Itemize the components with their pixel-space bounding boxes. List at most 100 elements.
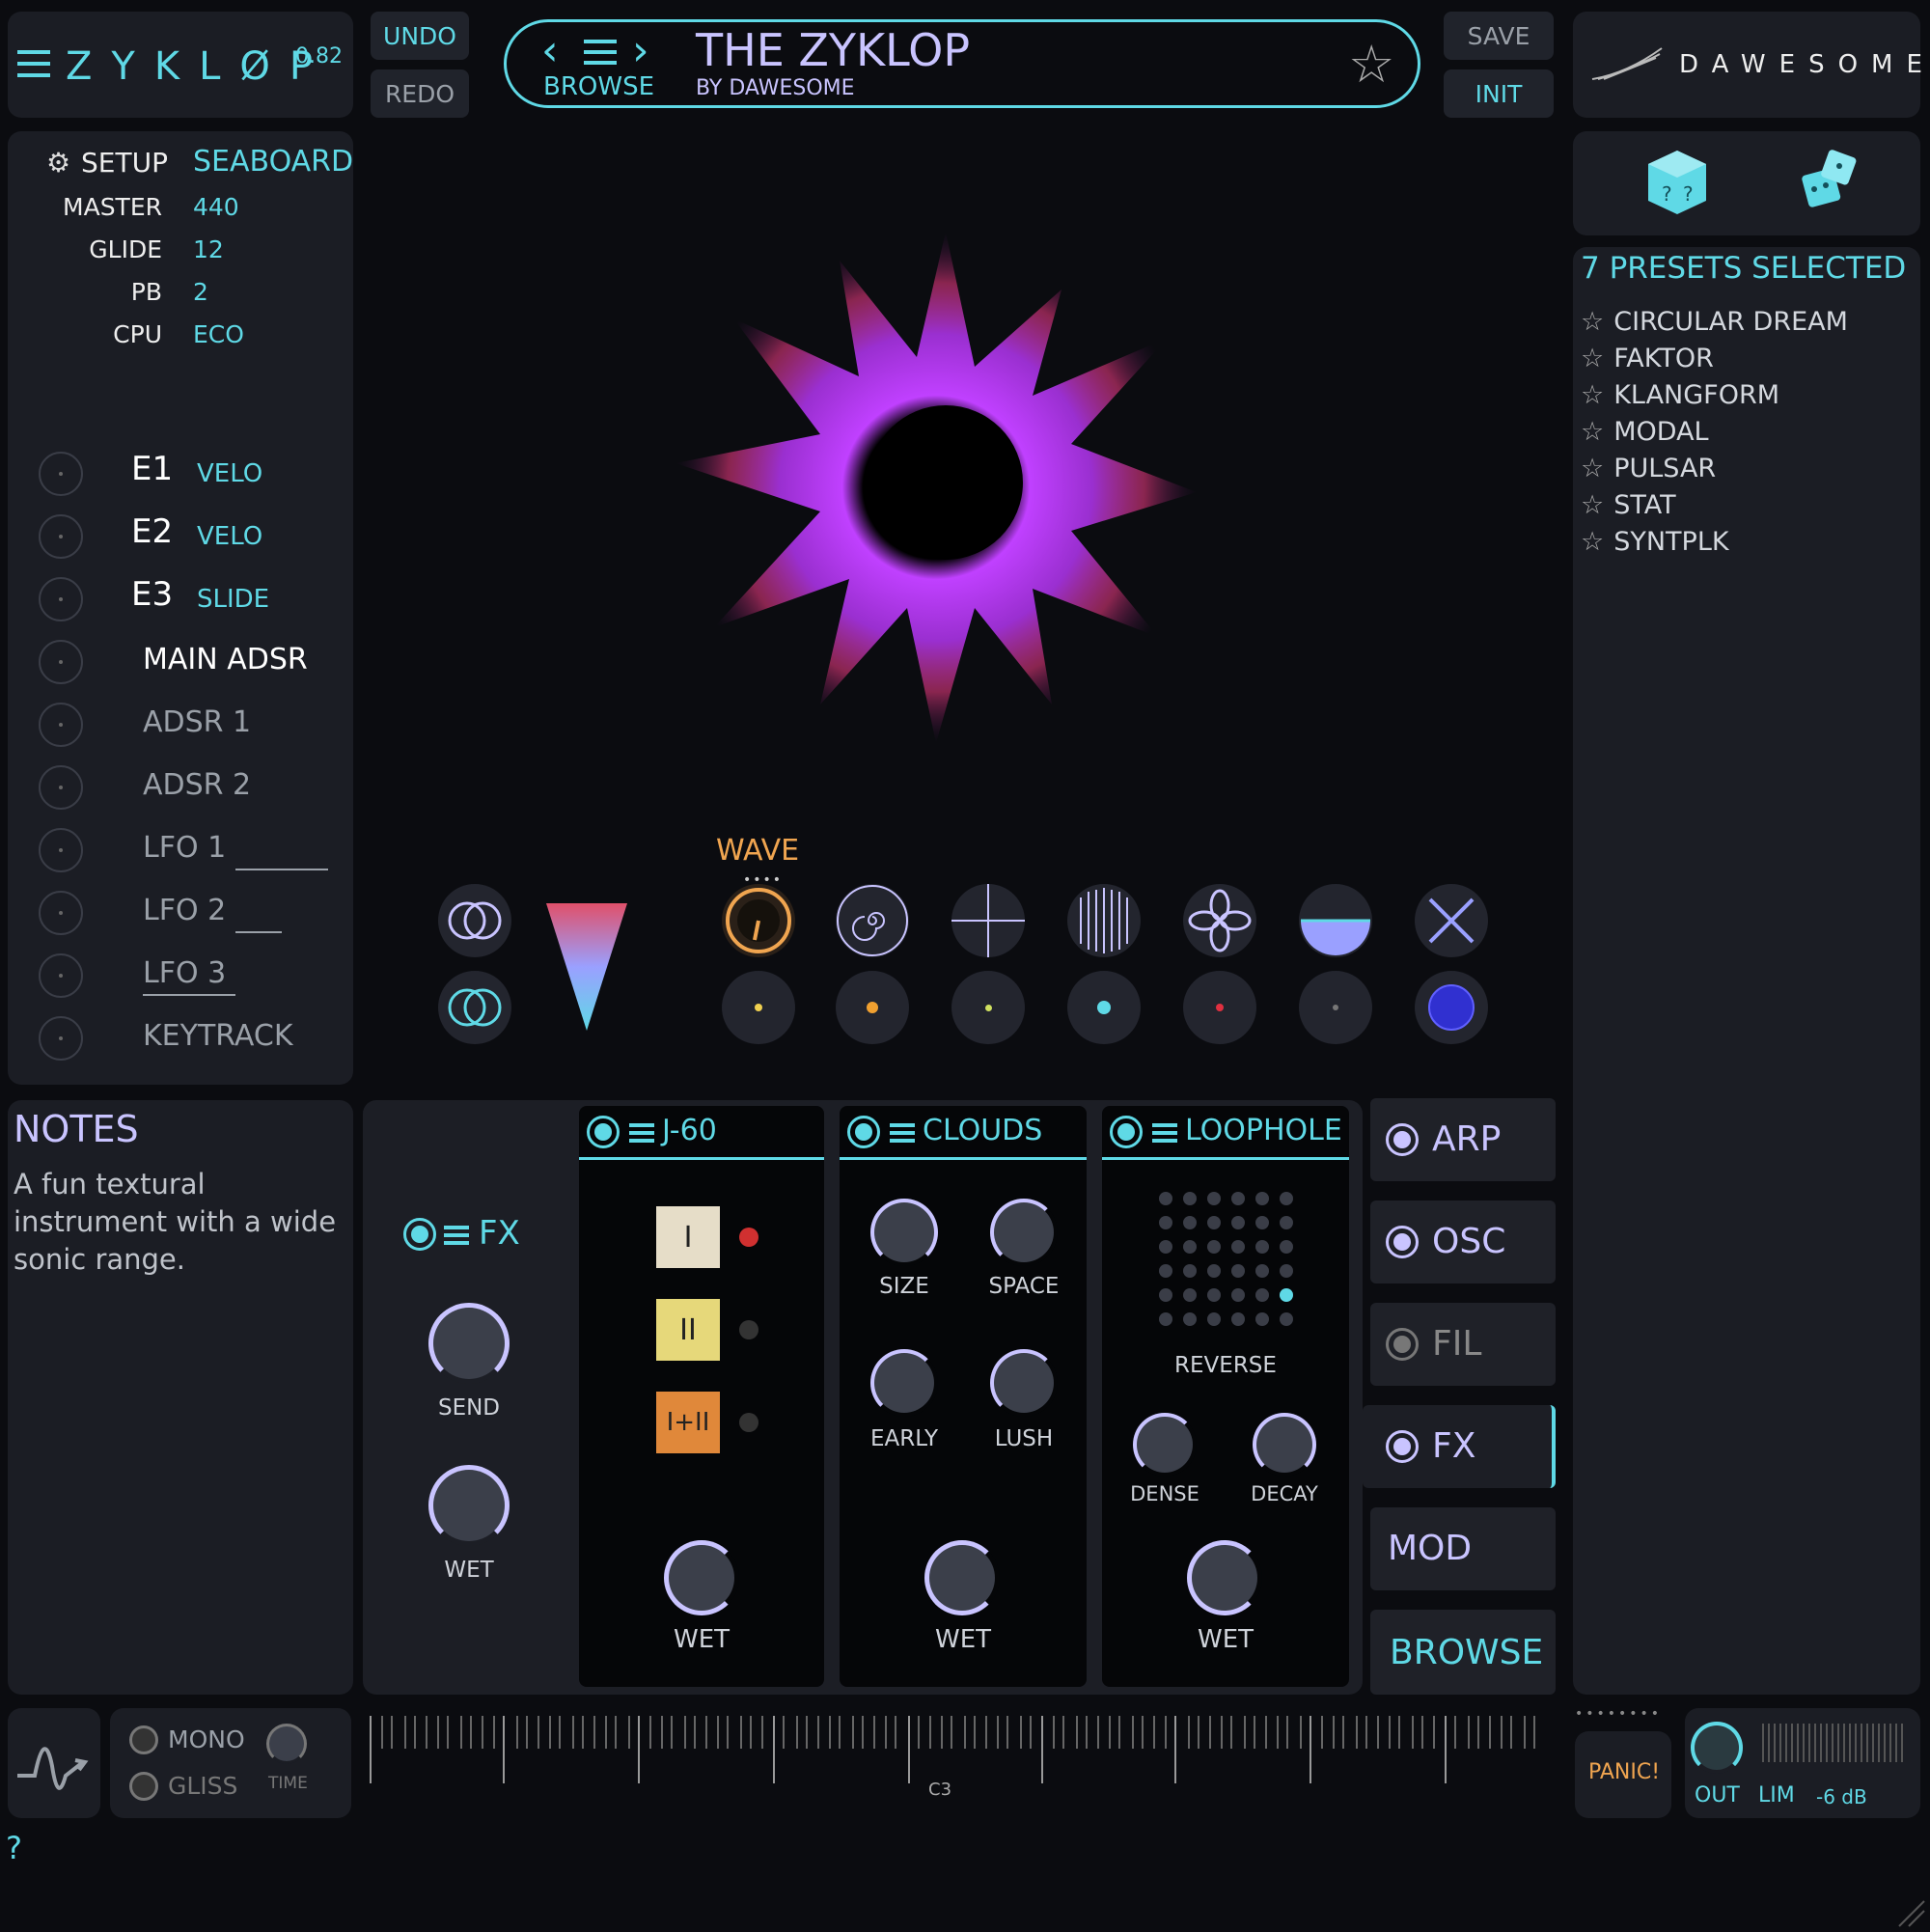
- size-knob[interactable]: [870, 1199, 938, 1266]
- preset-item[interactable]: ☆ CIRCULAR DREAM: [1581, 307, 1848, 337]
- mod-source-knob[interactable]: [39, 953, 83, 998]
- mod-source-knob[interactable]: [39, 1016, 83, 1061]
- loophole-grid-dot[interactable]: [1159, 1264, 1172, 1278]
- macro-dot-red[interactable]: [1183, 971, 1256, 1044]
- lush-knob[interactable]: [990, 1349, 1058, 1417]
- loophole-menu-icon[interactable]: [1152, 1123, 1177, 1143]
- mod-source-target[interactable]: VELO: [197, 459, 262, 488]
- loophole-grid-dot[interactable]: [1255, 1192, 1269, 1205]
- loophole-grid-dot[interactable]: [1231, 1288, 1245, 1302]
- time-knob[interactable]: [266, 1724, 307, 1764]
- lim-label[interactable]: LIM: [1758, 1783, 1795, 1808]
- mod-source-name[interactable]: ADSR 2: [143, 768, 251, 802]
- nav-osc[interactable]: OSC: [1370, 1201, 1556, 1283]
- glide-value[interactable]: 12: [193, 235, 224, 263]
- nav-browse[interactable]: BROWSE: [1370, 1610, 1556, 1695]
- preset-item[interactable]: ☆ PULSAR: [1581, 454, 1716, 483]
- loophole-grid-dot[interactable]: [1231, 1216, 1245, 1229]
- fx-power-button[interactable]: [403, 1218, 436, 1251]
- random-cube-icon[interactable]: ??: [1646, 149, 1708, 216]
- loophole-grid-dot[interactable]: [1159, 1240, 1172, 1254]
- next-preset-icon[interactable]: ›: [632, 26, 649, 75]
- mod-source-name[interactable]: MAIN ADSR: [143, 643, 308, 676]
- macro-dot-gray[interactable]: [1299, 971, 1372, 1044]
- fx-nav-power-icon[interactable]: [1386, 1430, 1419, 1463]
- mod-source-name[interactable]: ADSR 1: [143, 705, 251, 739]
- loophole-grid-dot[interactable]: [1183, 1312, 1197, 1326]
- x-cross-icon[interactable]: [1415, 884, 1488, 957]
- favorite-star-icon[interactable]: ☆: [1348, 34, 1394, 95]
- clouds-wet-knob[interactable]: [924, 1540, 1000, 1615]
- macro-dot-yellow[interactable]: [722, 971, 795, 1044]
- dense-knob[interactable]: [1133, 1413, 1197, 1477]
- stripes-icon[interactable]: [1067, 884, 1141, 957]
- keyboard-strip[interactable]: C3: [367, 1710, 1544, 1816]
- gliss-radio[interactable]: [129, 1772, 158, 1801]
- preset-star-icon[interactable]: ☆: [1581, 454, 1604, 483]
- loophole-grid-dot[interactable]: [1159, 1288, 1172, 1302]
- send-knob[interactable]: [428, 1303, 510, 1384]
- loophole-grid-dot[interactable]: [1231, 1192, 1245, 1205]
- mod-source-name[interactable]: E3: [131, 575, 173, 614]
- loophole-grid-dot[interactable]: [1207, 1240, 1221, 1254]
- loophole-grid-dot[interactable]: [1207, 1216, 1221, 1229]
- mod-source-name[interactable]: LFO 1: [143, 831, 226, 865]
- loophole-grid-dot[interactable]: [1280, 1264, 1293, 1278]
- reverse-label[interactable]: REVERSE: [1158, 1353, 1293, 1378]
- loophole-grid-dot[interactable]: [1280, 1216, 1293, 1229]
- preset-star-icon[interactable]: ☆: [1581, 417, 1604, 447]
- arp-power-icon[interactable]: [1386, 1123, 1419, 1156]
- mod-source-name[interactable]: KEYTRACK: [143, 1019, 293, 1053]
- early-knob[interactable]: [870, 1349, 938, 1417]
- gear-icon[interactable]: ⚙: [46, 147, 70, 179]
- loophole-grid-dot[interactable]: [1231, 1312, 1245, 1326]
- wave-knob-icon[interactable]: [722, 884, 795, 957]
- loophole-grid-dot[interactable]: [1159, 1216, 1172, 1229]
- loophole-power-button[interactable]: [1110, 1116, 1143, 1148]
- loophole-grid-dot[interactable]: [1255, 1216, 1269, 1229]
- mod-source-target[interactable]: SLIDE: [197, 585, 269, 614]
- mod-source-knob[interactable]: [39, 640, 83, 684]
- loophole-grid-dot[interactable]: [1255, 1288, 1269, 1302]
- preset-star-icon[interactable]: ☆: [1581, 380, 1604, 410]
- space-knob[interactable]: [990, 1199, 1058, 1266]
- waveform-button[interactable]: [8, 1708, 100, 1818]
- resize-handle-icon[interactable]: [1895, 1897, 1926, 1928]
- loophole-grid-dot[interactable]: [1207, 1192, 1221, 1205]
- loophole-grid-dot[interactable]: [1207, 1312, 1221, 1326]
- macro-dot-lime[interactable]: [951, 971, 1025, 1044]
- preset-star-icon[interactable]: ☆: [1581, 307, 1604, 337]
- macro-dot-cyan[interactable]: [1067, 971, 1141, 1044]
- mod-source-knob[interactable]: [39, 703, 83, 747]
- j60-power-button[interactable]: [587, 1116, 620, 1148]
- browse-label[interactable]: BROWSE: [543, 72, 654, 101]
- mod-source-name[interactable]: LFO 3: [143, 956, 226, 990]
- chorus-mode-2-button[interactable]: II: [656, 1299, 720, 1361]
- undo-button[interactable]: UNDO: [371, 12, 469, 60]
- loophole-grid-dot[interactable]: [1183, 1192, 1197, 1205]
- preset-item[interactable]: ☆ FAKTOR: [1581, 344, 1714, 373]
- mod-source-knob[interactable]: [39, 765, 83, 810]
- mod-source-knob[interactable]: [39, 891, 83, 935]
- crosshair-icon[interactable]: [951, 884, 1025, 957]
- loophole-grid-dot[interactable]: [1231, 1264, 1245, 1278]
- clouds-power-button[interactable]: [847, 1116, 880, 1148]
- init-button[interactable]: INIT: [1444, 69, 1554, 118]
- osc-mix-icon[interactable]: [438, 884, 511, 957]
- preset-star-icon[interactable]: ☆: [1581, 344, 1604, 373]
- preset-item[interactable]: ☆ STAT: [1581, 490, 1676, 520]
- loophole-grid-dot[interactable]: [1255, 1240, 1269, 1254]
- mono-radio[interactable]: [129, 1725, 158, 1754]
- loophole-grid-dot[interactable]: [1231, 1240, 1245, 1254]
- loophole-grid-dot[interactable]: [1280, 1288, 1293, 1302]
- flower-icon[interactable]: [1183, 884, 1256, 957]
- loophole-grid-dot[interactable]: [1183, 1288, 1197, 1302]
- dice-icon[interactable]: [1801, 149, 1859, 212]
- mod-source-name[interactable]: E1: [131, 450, 173, 488]
- fx-wet-knob[interactable]: [428, 1465, 510, 1546]
- chorus-mode-1-button[interactable]: I: [656, 1206, 720, 1268]
- preset-list-icon[interactable]: [584, 40, 617, 65]
- mod-source-knob[interactable]: [39, 452, 83, 496]
- j60-wet-knob[interactable]: [664, 1540, 739, 1615]
- preset-browser-bar[interactable]: ‹ › BROWSE THE ZYKLOP BY DAWESOME ☆: [504, 19, 1420, 108]
